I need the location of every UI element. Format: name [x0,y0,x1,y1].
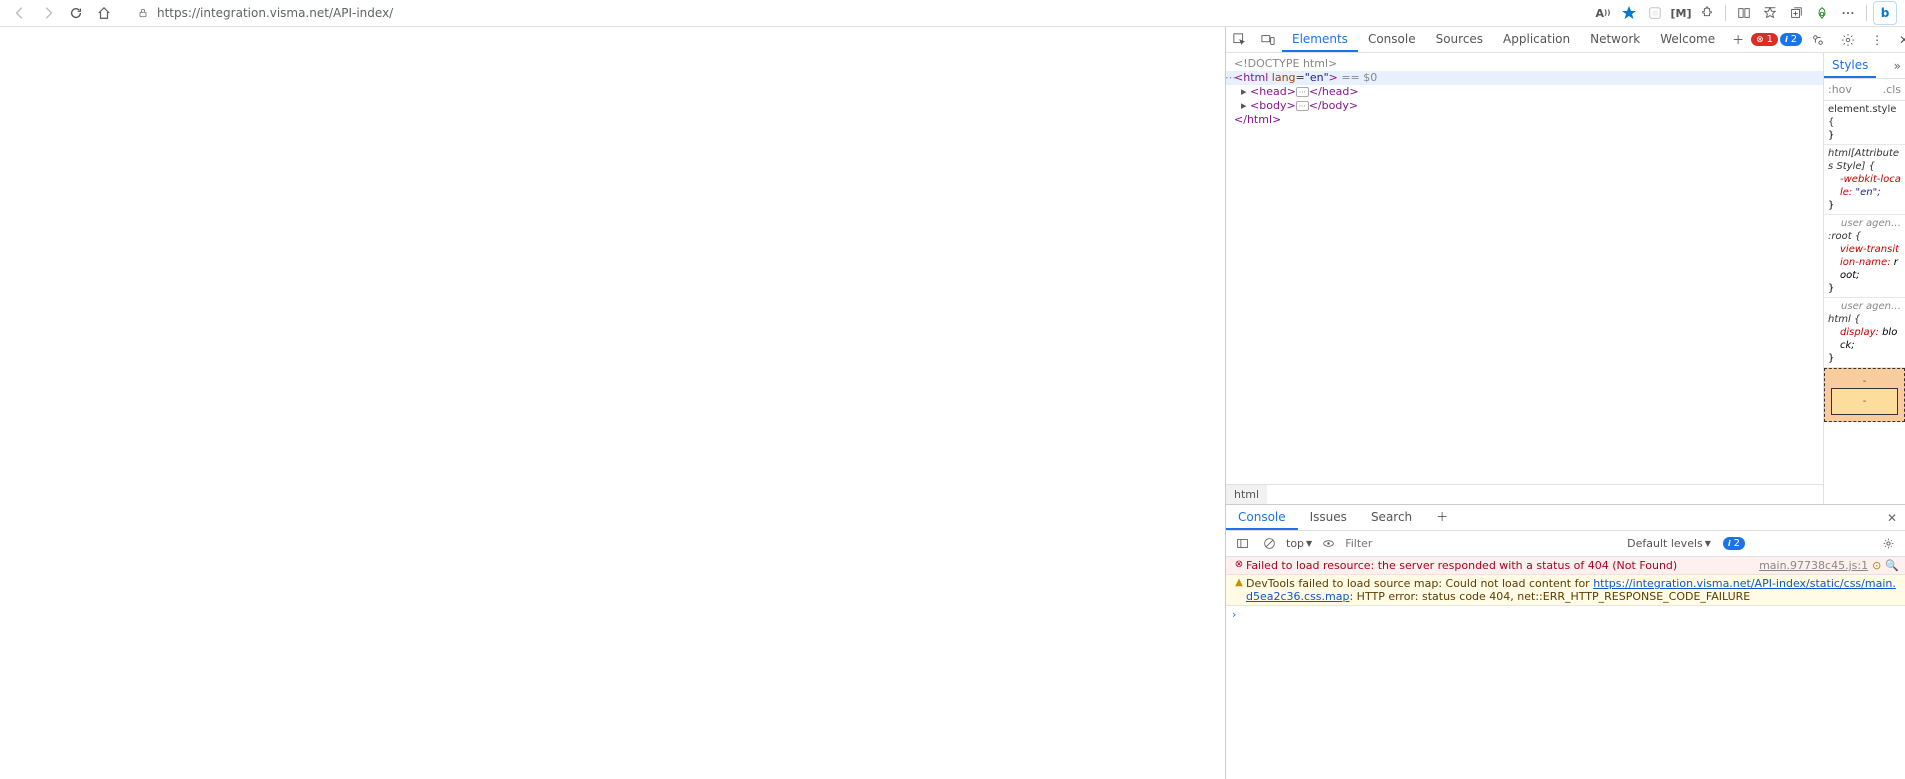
head-element-line[interactable]: ▸ <head>⋯</head> [1226,85,1823,99]
address-bar[interactable]: https://integration.visma.net/API-index/ [126,2,1581,24]
dom-tree[interactable]: <!DOCTYPE html> ⋯<html lang="en"> == $0 … [1226,53,1823,484]
console-error-row[interactable]: ⊗ Failed to load resource: the server re… [1226,557,1905,575]
error-message: Failed to load resource: the server resp… [1246,559,1749,572]
split-screen-icon[interactable] [1732,1,1756,25]
m-icon[interactable]: [M] [1669,1,1693,25]
read-aloud-icon[interactable]: A)) [1591,1,1615,25]
performance-icon[interactable] [1810,1,1834,25]
devtools-more-icon[interactable]: ⋮ [1864,27,1890,52]
tab-network[interactable]: Network [1580,27,1650,52]
refresh-button[interactable] [64,1,88,25]
devtools-tabbar: Elements Console Sources Application Net… [1226,27,1905,53]
info-badge[interactable]: 2 [1780,33,1802,46]
browser-toolbar: https://integration.visma.net/API-index/… [0,0,1905,27]
console-filter-input[interactable] [1345,537,1490,550]
drawer-tab-console[interactable]: Console [1226,505,1298,530]
error-icon: ⊗ [1232,559,1246,570]
crumb-html[interactable]: html [1226,485,1267,504]
root-selector[interactable]: :root { [1828,230,1901,243]
issue-badge-icon[interactable]: ⊙ [1872,559,1881,572]
drawer-close-icon[interactable]: ✕ [1879,511,1905,525]
error-badge[interactable]: 1 [1751,33,1778,46]
body-element-line[interactable]: ▸ <body>⋯</body> [1226,99,1823,113]
cls-toggle[interactable]: .cls [1883,83,1901,96]
url-text: https://integration.visma.net/API-index/ [157,6,1572,20]
error-source-link[interactable]: main.97738c45.js:1 [1749,559,1868,572]
favorite-star-icon[interactable] [1617,1,1641,25]
html-attr-selector[interactable]: html[Attributes Style] { [1828,147,1901,173]
tab-console[interactable]: Console [1358,27,1426,52]
warning-icon: ▲ [1232,577,1246,588]
devtools-rendering-icon[interactable] [1804,27,1832,52]
settings-icon[interactable] [1834,27,1862,52]
styles-tab[interactable]: Styles [1824,53,1876,78]
warning-message: DevTools failed to load source map: Coul… [1246,577,1899,603]
device-toolbar-icon[interactable] [1254,27,1282,52]
tab-application[interactable]: Application [1493,27,1580,52]
page-viewport [0,27,1225,779]
console-settings-icon[interactable] [1878,537,1899,550]
extension-icon[interactable] [1695,1,1719,25]
drawer-tab-issues[interactable]: Issues [1298,505,1359,530]
search-icon[interactable]: 🔍 [1885,559,1899,572]
drawer-tab-search[interactable]: Search [1359,505,1424,530]
box-model: - - [1824,368,1905,422]
console-drawer: Console Issues Search ＋ ✕ top ▼ [1226,505,1905,779]
console-prompt[interactable]: › [1226,606,1905,623]
context-select[interactable]: top ▼ [1286,537,1312,550]
styles-pane: Styles » :hov .cls element.style { } ht [1823,53,1905,504]
doctype-line: <!DOCTYPE html> [1234,57,1337,70]
html-selector[interactable]: html { [1828,313,1901,326]
more-menu-icon[interactable] [1836,1,1860,25]
tab-elements[interactable]: Elements [1282,27,1358,52]
html-close-line: </html> [1226,113,1823,127]
favorites-icon[interactable] [1758,1,1782,25]
hov-toggle[interactable]: :hov [1828,83,1852,96]
clear-console-icon[interactable] [1259,537,1280,550]
toolbar-actions: A)) [M] b [1591,1,1897,25]
dom-breadcrumb: html [1226,484,1823,504]
inspect-element-icon[interactable] [1226,27,1254,52]
console-warning-row[interactable]: ▲ DevTools failed to load source map: Co… [1226,575,1905,606]
live-expression-icon[interactable] [1318,537,1339,550]
console-issue-badge[interactable]: 2 [1723,537,1745,550]
devtools-close-icon[interactable]: ✕ [1892,27,1905,52]
home-button[interactable] [92,1,116,25]
element-style-selector[interactable]: element.style { [1828,103,1901,129]
bing-button[interactable]: b [1873,1,1897,25]
add-tab-icon[interactable]: ＋ [1725,27,1751,52]
back-button[interactable] [8,1,32,25]
forward-button[interactable] [36,1,60,25]
styles-expand-icon[interactable]: » [1890,59,1905,73]
collections-icon[interactable] [1784,1,1808,25]
tab-sources[interactable]: Sources [1426,27,1493,52]
block-icon[interactable] [1643,1,1667,25]
tab-welcome[interactable]: Welcome [1650,27,1725,52]
console-sidebar-toggle[interactable] [1232,537,1253,550]
log-levels-select[interactable]: Default levels ▼ [1627,537,1711,550]
devtools-panel: Elements Console Sources Application Net… [1225,27,1905,779]
lock-icon[interactable] [135,5,151,21]
drawer-add-tab[interactable]: ＋ [1424,505,1460,530]
html-element-line[interactable]: ⋯<html lang="en"> == $0 [1226,71,1823,85]
